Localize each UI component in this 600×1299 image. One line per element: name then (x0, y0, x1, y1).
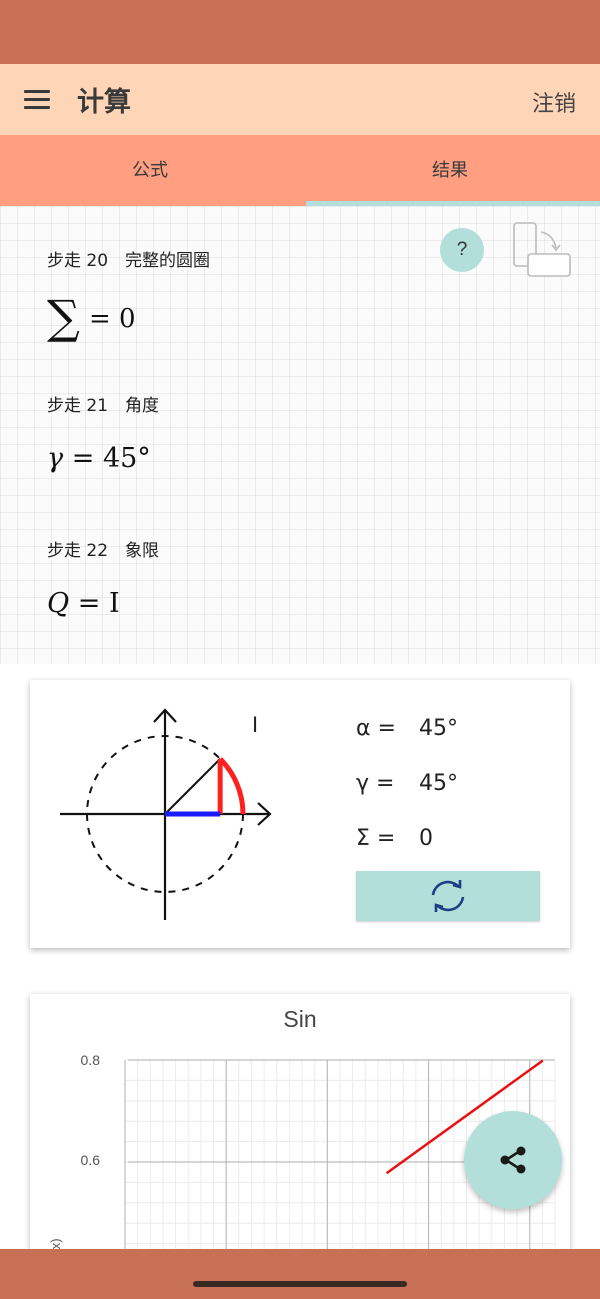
share-button[interactable] (464, 1111, 562, 1209)
refresh-icon (431, 880, 465, 912)
unit-circle-diagram (60, 708, 272, 920)
formula-value: = 45° (71, 443, 151, 474)
angle-arc (218, 757, 246, 815)
page-title: 计算 (77, 87, 131, 118)
alpha-symbol: α = (356, 716, 396, 741)
step-formula: Q = I (47, 588, 120, 619)
step-formula: ∑ = 0 (47, 290, 136, 344)
formula-value: = 0 (88, 304, 136, 334)
formula-value: = I (77, 588, 120, 619)
quadrant-label: I (252, 712, 259, 737)
refresh-button[interactable] (356, 871, 540, 921)
share-icon (500, 1146, 526, 1174)
tab-formula[interactable]: 公式 (0, 135, 300, 206)
gamma-symbol: γ = (356, 771, 395, 796)
tab-bar: 公式 结果 (0, 135, 600, 206)
rotate-screen-icon[interactable] (510, 220, 574, 280)
logout-button[interactable]: 注销 (532, 86, 576, 118)
home-indicator[interactable] (193, 1281, 407, 1287)
status-bar (0, 0, 600, 64)
formula-symbol: Q (47, 588, 70, 619)
y-tick-label: 0.6 (81, 1152, 101, 1168)
formula-symbol: ∑ (47, 290, 80, 344)
step-label: 步走 21 角度 (47, 396, 160, 416)
radius-line (164, 758, 221, 815)
help-button[interactable]: ? (440, 228, 484, 272)
step-label: 步走 22 象限 (47, 541, 160, 561)
unit-circle-card: I α = 45° γ = 45° Σ = 0 (30, 680, 570, 948)
gamma-value: 45° (419, 771, 458, 796)
sigma-value: 0 (419, 826, 433, 851)
y-tick-label: 0.8 (81, 1052, 101, 1068)
navigation-bar (0, 1249, 600, 1299)
app-bar: 计算 注销 (0, 64, 600, 135)
step-label: 步走 20 完整的圆圈 (47, 251, 211, 271)
alpha-value: 45° (419, 716, 458, 741)
formula-symbol: γ (47, 443, 64, 474)
tab-result[interactable]: 结果 (300, 135, 600, 206)
menu-icon[interactable] (18, 82, 58, 118)
sigma-symbol: Σ = (356, 826, 396, 851)
step-formula: γ = 45° (47, 443, 151, 474)
